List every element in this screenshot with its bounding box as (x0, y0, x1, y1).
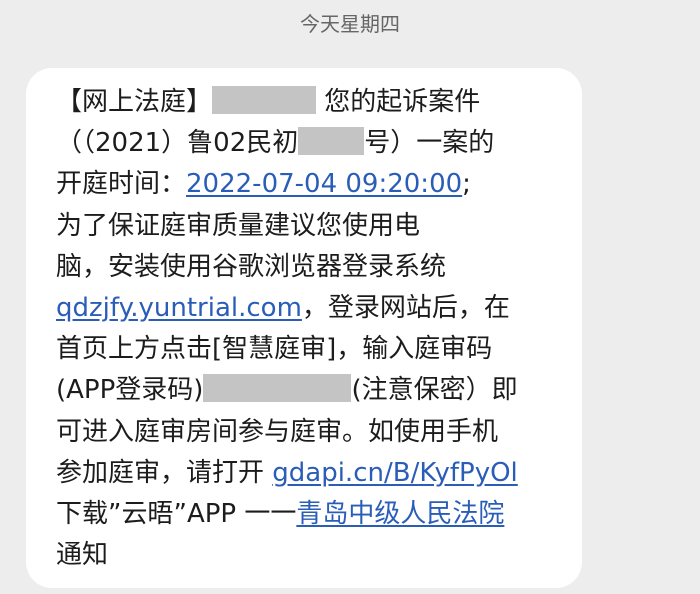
message-text: 【网上法庭】 您的起诉案件 （（2021）鲁02民初 号）一案的 开庭时间：202… (56, 82, 562, 576)
message-line-1: 【网上法庭】 您的起诉案件 (56, 86, 481, 117)
message-line-3: 开庭时间：2022-07-04 09:20:00; (56, 169, 471, 200)
redacted-name (212, 86, 317, 114)
message-line-10: 参加庭审，请打开 gdapi.cn/B/KyfPyOl (56, 457, 518, 488)
message-line-4: 为了保证庭审质量建议您使用电 (56, 210, 421, 241)
hearing-time-link[interactable]: 2022-07-04 09:20:00 (186, 169, 462, 199)
case-number-prefix: （（2021）鲁02民初 (56, 128, 299, 159)
message-line-9: 可进入庭审房间参与庭审。如使用手机 (56, 416, 499, 447)
message-line-2: （（2021）鲁02民初 号）一案的 (56, 127, 495, 159)
message-bubble[interactable]: 【网上法庭】 您的起诉案件 （（2021）鲁02民初 号）一案的 开庭时间：202… (26, 68, 582, 588)
message-line-8: (APP登录码) (注意保密）即 (56, 374, 518, 406)
date-header: 今天星期四 (300, 12, 400, 36)
login-url-link[interactable]: qdzjfy.yuntrial.com (56, 293, 302, 323)
court-tag: 【网上法庭】 (56, 87, 213, 117)
message-line-12: 通知 (56, 540, 109, 571)
message-line-6: qdzjfy.yuntrial.com，登录网站后，在 (56, 293, 510, 324)
court-name-link[interactable]: 青岛中级人民法院 (296, 499, 504, 529)
message-line-11: 下载”云晤”APP 一一青岛中级人民法院 (56, 499, 505, 530)
redacted-hearing-code (203, 374, 352, 403)
message-line-5: 脑，安装使用谷歌浏览器登录系统 (56, 251, 447, 282)
redacted-case-number (298, 127, 365, 156)
message-line-7: 首页上方点击[智慧庭审]，输入庭审码 (56, 334, 493, 365)
app-download-link[interactable]: gdapi.cn/B/KyfPyOl (272, 458, 518, 488)
